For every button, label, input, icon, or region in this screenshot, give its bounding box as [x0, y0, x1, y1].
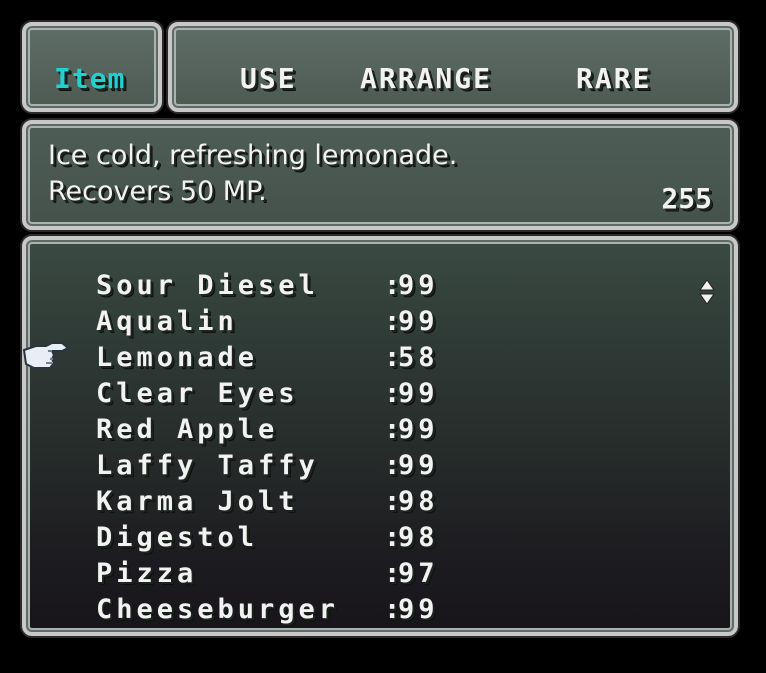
item-quantity: 58 [398, 342, 439, 373]
rare-command[interactable]: RARE [576, 62, 651, 95]
item-quantity: 99 [398, 378, 439, 409]
item-separator: : [384, 594, 405, 625]
item-row[interactable]: Aqualin:99 [96, 306, 439, 340]
item-quantity: 98 [398, 486, 439, 517]
description-line-1: Ice cold, refreshing lemonade. [48, 140, 458, 171]
item-name: Cheeseburger [96, 594, 340, 625]
item-name: Red Apple [96, 414, 279, 445]
item-row[interactable]: Pizza:97 [96, 558, 439, 592]
item-row[interactable]: Sour Diesel:99 [96, 270, 439, 304]
pointing-hand-icon [22, 342, 70, 369]
item-quantity: 99 [398, 414, 439, 445]
item-quantity: 99 [398, 306, 439, 337]
arrange-command[interactable]: ARRANGE [360, 62, 492, 95]
item-separator: : [384, 342, 405, 373]
description-window: Ice cold, refreshing lemonade. Recovers … [22, 120, 738, 230]
item-separator: : [384, 450, 405, 481]
item-separator: : [384, 522, 405, 553]
item-quantity: 99 [398, 594, 439, 625]
item-row[interactable]: Clear Eyes:99 [96, 378, 439, 412]
item-quantity: 99 [398, 270, 439, 301]
item-separator: : [384, 270, 405, 301]
item-name: Sour Diesel [96, 270, 319, 301]
item-name: Clear Eyes [96, 378, 299, 409]
item-row[interactable]: Digestol:98 [96, 522, 439, 556]
item-row[interactable]: Red Apple:99 [96, 414, 439, 448]
description-line-2: Recovers 50 MP. [48, 176, 267, 207]
item-name: Aqualin [96, 306, 238, 337]
item-row[interactable]: Karma Jolt:98 [96, 486, 439, 520]
item-row[interactable]: Cheeseburger:99 [96, 594, 439, 628]
command-window: USE ARRANGE RARE [168, 22, 738, 112]
item-quantity: 99 [398, 450, 439, 481]
item-total-count: 255 [661, 182, 712, 215]
item-separator: : [384, 558, 405, 589]
menu-title: Item [54, 62, 126, 95]
item-row[interactable]: Laffy Taffy:99 [96, 450, 439, 484]
scroll-arrows-icon[interactable] [698, 278, 716, 306]
item-separator: : [384, 414, 405, 445]
use-command[interactable]: USE [240, 62, 297, 95]
item-list-window: Sour Diesel:99 Aqualin:99 Lemonade:58 Clear… [22, 236, 738, 636]
item-separator: : [384, 306, 405, 337]
item-name: Karma Jolt [96, 486, 299, 517]
item-quantity: 98 [398, 522, 439, 553]
title-window: Item [22, 22, 162, 112]
item-name: Digestol [96, 522, 259, 553]
item-name: Laffy Taffy [96, 450, 319, 481]
item-name: Lemonade [96, 342, 259, 373]
item-separator: : [384, 378, 405, 409]
item-separator: : [384, 486, 405, 517]
item-quantity: 97 [398, 558, 439, 589]
item-name: Pizza [96, 558, 198, 589]
item-row[interactable]: Lemonade:58 [96, 342, 439, 376]
